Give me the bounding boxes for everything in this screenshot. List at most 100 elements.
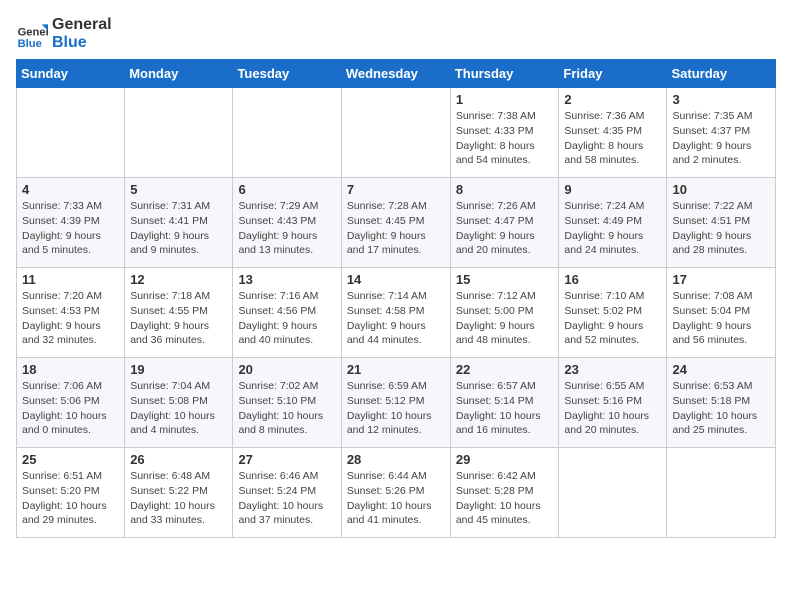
- day-cell: 25 Sunrise: 6:51 AM Sunset: 5:20 PM Dayli…: [17, 448, 125, 538]
- day-cell: [667, 448, 776, 538]
- day-number: 18: [22, 362, 119, 377]
- day-cell: [559, 448, 667, 538]
- svg-text:Blue: Blue: [18, 37, 42, 49]
- day-number: 13: [238, 272, 335, 287]
- day-cell: 27 Sunrise: 6:46 AM Sunset: 5:24 PM Dayli…: [233, 448, 341, 538]
- day-number: 10: [672, 182, 770, 197]
- day-cell: 23 Sunrise: 6:55 AM Sunset: 5:16 PM Dayli…: [559, 358, 667, 448]
- day-number: 2: [564, 92, 661, 107]
- logo-general: General: [52, 16, 112, 34]
- day-cell: 13Sunrise: 7:16 AM Sunset: 4:56 PM Dayli…: [233, 268, 341, 358]
- column-header-monday: Monday: [125, 60, 233, 88]
- day-cell: 14 Sunrise: 7:14 AM Sunset: 4:58 PM Dayli…: [341, 268, 450, 358]
- week-row-2: 4 Sunrise: 7:33 AM Sunset: 4:39 PM Daylig…: [17, 178, 776, 268]
- day-info: Sunrise: 7:36 AM Sunset: 4:35 PM Dayligh…: [564, 109, 661, 168]
- day-info: Sunrise: 7:22 AM Sunset: 4:51 PM Dayligh…: [672, 199, 770, 258]
- logo: General Blue General Blue: [16, 16, 112, 51]
- day-number: 20: [238, 362, 335, 377]
- day-number: 27: [238, 452, 335, 467]
- week-row-3: 11 Sunrise: 7:20 AM Sunset: 4:53 PM Dayli…: [17, 268, 776, 358]
- day-number: 28: [347, 452, 445, 467]
- day-info: Sunrise: 6:59 AM Sunset: 5:12 PM Dayligh…: [347, 379, 445, 438]
- day-number: 14: [347, 272, 445, 287]
- column-header-friday: Friday: [559, 60, 667, 88]
- day-info: Sunrise: 7:28 AM Sunset: 4:45 PM Dayligh…: [347, 199, 445, 258]
- day-info: Sunrise: 7:08 AM Sunset: 5:04 PM Dayligh…: [672, 289, 770, 348]
- day-info: Sunrise: 6:44 AM Sunset: 5:26 PM Dayligh…: [347, 469, 445, 528]
- day-number: 7: [347, 182, 445, 197]
- day-info: Sunrise: 6:55 AM Sunset: 5:16 PM Dayligh…: [564, 379, 661, 438]
- day-cell: 10 Sunrise: 7:22 AM Sunset: 4:51 PM Dayli…: [667, 178, 776, 268]
- day-cell: 15 Sunrise: 7:12 AM Sunset: 5:00 PM Dayli…: [450, 268, 559, 358]
- day-info: Sunrise: 7:24 AM Sunset: 4:49 PM Dayligh…: [564, 199, 661, 258]
- day-info: Sunrise: 7:18 AM Sunset: 4:55 PM Dayligh…: [130, 289, 227, 348]
- day-number: 5: [130, 182, 227, 197]
- day-number: 8: [456, 182, 554, 197]
- day-cell: [17, 88, 125, 178]
- column-header-saturday: Saturday: [667, 60, 776, 88]
- day-info: Sunrise: 7:20 AM Sunset: 4:53 PM Dayligh…: [22, 289, 119, 348]
- day-cell: 24 Sunrise: 6:53 AM Sunset: 5:18 PM Dayli…: [667, 358, 776, 448]
- day-cell: 5 Sunrise: 7:31 AM Sunset: 4:41 PM Daylig…: [125, 178, 233, 268]
- day-number: 15: [456, 272, 554, 287]
- logo-icon: General Blue: [16, 18, 48, 50]
- week-row-1: 1Sunrise: 7:38 AM Sunset: 4:33 PM Daylig…: [17, 88, 776, 178]
- day-info: Sunrise: 7:26 AM Sunset: 4:47 PM Dayligh…: [456, 199, 554, 258]
- day-cell: 20 Sunrise: 7:02 AM Sunset: 5:10 PM Dayli…: [233, 358, 341, 448]
- day-number: 16: [564, 272, 661, 287]
- day-info: Sunrise: 7:14 AM Sunset: 4:58 PM Dayligh…: [347, 289, 445, 348]
- day-cell: [341, 88, 450, 178]
- day-cell: 8 Sunrise: 7:26 AM Sunset: 4:47 PM Daylig…: [450, 178, 559, 268]
- day-number: 17: [672, 272, 770, 287]
- day-info: Sunrise: 7:31 AM Sunset: 4:41 PM Dayligh…: [130, 199, 227, 258]
- day-info: Sunrise: 7:12 AM Sunset: 5:00 PM Dayligh…: [456, 289, 554, 348]
- header-row: SundayMondayTuesdayWednesdayThursdayFrid…: [17, 60, 776, 88]
- day-cell: 3 Sunrise: 7:35 AM Sunset: 4:37 PM Daylig…: [667, 88, 776, 178]
- day-number: 4: [22, 182, 119, 197]
- column-header-tuesday: Tuesday: [233, 60, 341, 88]
- day-cell: 19Sunrise: 7:04 AM Sunset: 5:08 PM Dayli…: [125, 358, 233, 448]
- day-cell: 17 Sunrise: 7:08 AM Sunset: 5:04 PM Dayli…: [667, 268, 776, 358]
- column-header-wednesday: Wednesday: [341, 60, 450, 88]
- day-info: Sunrise: 7:04 AM Sunset: 5:08 PM Dayligh…: [130, 379, 227, 438]
- day-info: Sunrise: 6:53 AM Sunset: 5:18 PM Dayligh…: [672, 379, 770, 438]
- day-info: Sunrise: 7:10 AM Sunset: 5:02 PM Dayligh…: [564, 289, 661, 348]
- day-number: 3: [672, 92, 770, 107]
- day-number: 24: [672, 362, 770, 377]
- week-row-5: 25 Sunrise: 6:51 AM Sunset: 5:20 PM Dayli…: [17, 448, 776, 538]
- day-cell: 21 Sunrise: 6:59 AM Sunset: 5:12 PM Dayli…: [341, 358, 450, 448]
- day-info: Sunrise: 7:02 AM Sunset: 5:10 PM Dayligh…: [238, 379, 335, 438]
- day-info: Sunrise: 7:35 AM Sunset: 4:37 PM Dayligh…: [672, 109, 770, 168]
- day-cell: 18 Sunrise: 7:06 AM Sunset: 5:06 PM Dayli…: [17, 358, 125, 448]
- day-info: Sunrise: 6:48 AM Sunset: 5:22 PM Dayligh…: [130, 469, 227, 528]
- day-cell: 7 Sunrise: 7:28 AM Sunset: 4:45 PM Daylig…: [341, 178, 450, 268]
- day-cell: 12Sunrise: 7:18 AM Sunset: 4:55 PM Dayli…: [125, 268, 233, 358]
- day-cell: [233, 88, 341, 178]
- logo-blue: Blue: [52, 34, 112, 52]
- day-number: 26: [130, 452, 227, 467]
- day-cell: 4 Sunrise: 7:33 AM Sunset: 4:39 PM Daylig…: [17, 178, 125, 268]
- svg-text:General: General: [18, 26, 48, 38]
- day-number: 22: [456, 362, 554, 377]
- calendar-table: SundayMondayTuesdayWednesdayThursdayFrid…: [16, 59, 776, 538]
- day-number: 23: [564, 362, 661, 377]
- day-number: 11: [22, 272, 119, 287]
- day-number: 9: [564, 182, 661, 197]
- day-info: Sunrise: 6:57 AM Sunset: 5:14 PM Dayligh…: [456, 379, 554, 438]
- column-header-sunday: Sunday: [17, 60, 125, 88]
- day-cell: [125, 88, 233, 178]
- day-info: Sunrise: 7:38 AM Sunset: 4:33 PM Dayligh…: [456, 109, 554, 168]
- day-number: 25: [22, 452, 119, 467]
- day-info: Sunrise: 7:33 AM Sunset: 4:39 PM Dayligh…: [22, 199, 119, 258]
- day-info: Sunrise: 7:06 AM Sunset: 5:06 PM Dayligh…: [22, 379, 119, 438]
- day-cell: 16 Sunrise: 7:10 AM Sunset: 5:02 PM Dayli…: [559, 268, 667, 358]
- day-cell: 9 Sunrise: 7:24 AM Sunset: 4:49 PM Daylig…: [559, 178, 667, 268]
- day-cell: 1Sunrise: 7:38 AM Sunset: 4:33 PM Daylig…: [450, 88, 559, 178]
- day-cell: 2 Sunrise: 7:36 AM Sunset: 4:35 PM Daylig…: [559, 88, 667, 178]
- day-info: Sunrise: 6:42 AM Sunset: 5:28 PM Dayligh…: [456, 469, 554, 528]
- week-row-4: 18 Sunrise: 7:06 AM Sunset: 5:06 PM Dayli…: [17, 358, 776, 448]
- column-header-thursday: Thursday: [450, 60, 559, 88]
- day-info: Sunrise: 6:51 AM Sunset: 5:20 PM Dayligh…: [22, 469, 119, 528]
- day-number: 21: [347, 362, 445, 377]
- day-info: Sunrise: 6:46 AM Sunset: 5:24 PM Dayligh…: [238, 469, 335, 528]
